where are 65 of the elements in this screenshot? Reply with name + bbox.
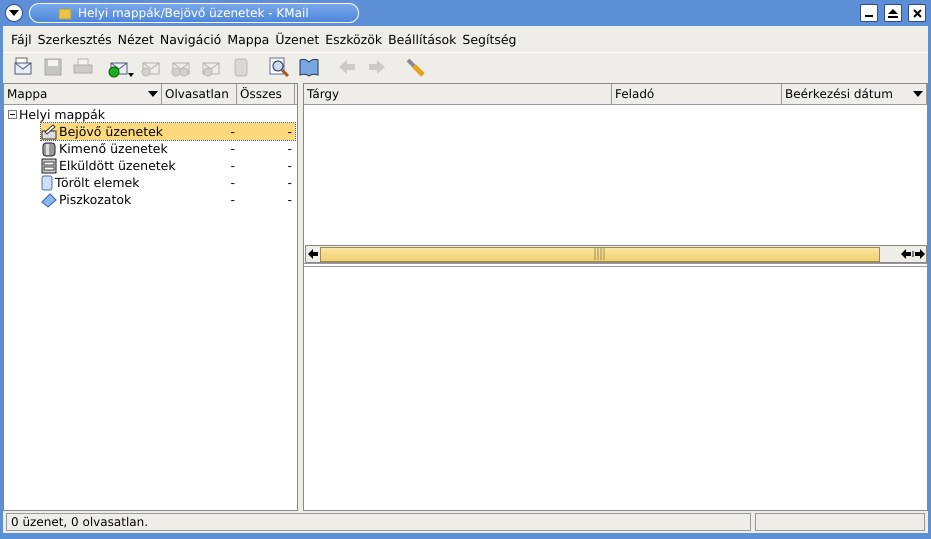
folder-name: Bejövő üzenetek bbox=[59, 124, 164, 139]
wrench-icon bbox=[404, 56, 426, 78]
trash-can-icon bbox=[232, 56, 250, 78]
folder-name: Elküldött üzenetek bbox=[59, 158, 177, 173]
forward-arrow-icon bbox=[367, 58, 387, 76]
folder-row[interactable]: Bejövő üzenetek - - bbox=[41, 123, 295, 140]
menu-item[interactable]: Navigáció bbox=[158, 32, 224, 46]
unread-count: - bbox=[229, 141, 235, 156]
sort-arrow-icon bbox=[913, 91, 923, 97]
tray-icon bbox=[41, 158, 57, 174]
close-icon bbox=[912, 8, 922, 18]
total-count: - bbox=[286, 141, 293, 156]
left-right-arrows-icon bbox=[900, 249, 926, 259]
menu-item[interactable]: Eszközök bbox=[323, 32, 384, 46]
inbox-icon bbox=[41, 124, 57, 140]
total-count: - bbox=[286, 175, 293, 190]
folder-row[interactable]: Elküldött üzenetek - - bbox=[41, 157, 295, 174]
unread-count: - bbox=[229, 158, 235, 173]
menu-item[interactable]: Mappa bbox=[225, 32, 272, 46]
maximize-button[interactable] bbox=[884, 4, 902, 22]
menu-item[interactable]: Segítség bbox=[460, 32, 518, 46]
unread-count: - bbox=[229, 192, 235, 207]
book-icon bbox=[298, 56, 320, 78]
column-header[interactable]: Feladó bbox=[612, 84, 782, 104]
menu-item[interactable]: Nézet bbox=[116, 32, 156, 46]
window-menu-button[interactable] bbox=[5, 4, 23, 22]
menu-item[interactable]: Üzenet bbox=[273, 32, 322, 46]
back-arrow-icon bbox=[337, 58, 357, 76]
caret-icon bbox=[9, 10, 19, 16]
maximize-icon bbox=[888, 8, 898, 18]
column-header[interactable]: Olvasatlan bbox=[162, 84, 237, 104]
folder-name: Piszkozatok bbox=[59, 192, 132, 207]
status-message: 0 üzenet, 0 olvasatlan. bbox=[6, 513, 751, 531]
trash-can-icon bbox=[41, 174, 53, 190]
column-header[interactable]: Beérkezési dátum bbox=[782, 84, 927, 104]
grip-icon bbox=[593, 248, 607, 260]
folder-name: Kimenő üzenetek bbox=[59, 141, 169, 156]
close-button[interactable] bbox=[908, 4, 926, 22]
horizontal-scrollbar[interactable] bbox=[305, 245, 927, 263]
column-header[interactable]: Tárgy bbox=[304, 84, 612, 104]
menu-item[interactable]: Beállítások bbox=[386, 32, 458, 46]
unread-count: - bbox=[229, 175, 235, 190]
tree-item[interactable]: Helyi mappák bbox=[19, 106, 106, 122]
folder-row[interactable]: Kimenő üzenetek - - bbox=[41, 140, 295, 157]
total-count: - bbox=[286, 192, 293, 207]
mailbox-icon bbox=[41, 140, 57, 156]
total-count: - bbox=[286, 158, 293, 173]
unread-count: - bbox=[229, 124, 235, 139]
collapse-icon[interactable] bbox=[8, 110, 17, 118]
scrollbar-thumb[interactable] bbox=[320, 246, 880, 262]
menu-item[interactable]: Szerkesztés bbox=[36, 32, 114, 46]
minimize-button[interactable] bbox=[860, 4, 878, 22]
folder-row[interactable]: Törölt elemek - - bbox=[41, 174, 295, 191]
paper-icon bbox=[41, 192, 57, 208]
window-title: Helyi mappák/Bejövő üzenetek - KMail bbox=[29, 3, 359, 23]
column-header[interactable]: Mappa bbox=[4, 84, 162, 104]
sort-arrow-icon bbox=[148, 91, 158, 97]
total-count: - bbox=[286, 124, 293, 139]
kmail-logo-icon bbox=[58, 6, 72, 20]
menu-item[interactable]: Fájl bbox=[9, 32, 34, 46]
search-icon bbox=[268, 56, 290, 78]
folder-name: Törölt elemek bbox=[55, 175, 140, 190]
folder-row[interactable]: Piszkozatok - - bbox=[41, 191, 295, 208]
left-arrow-icon bbox=[306, 249, 320, 259]
column-header[interactable]: Összes bbox=[237, 84, 295, 104]
